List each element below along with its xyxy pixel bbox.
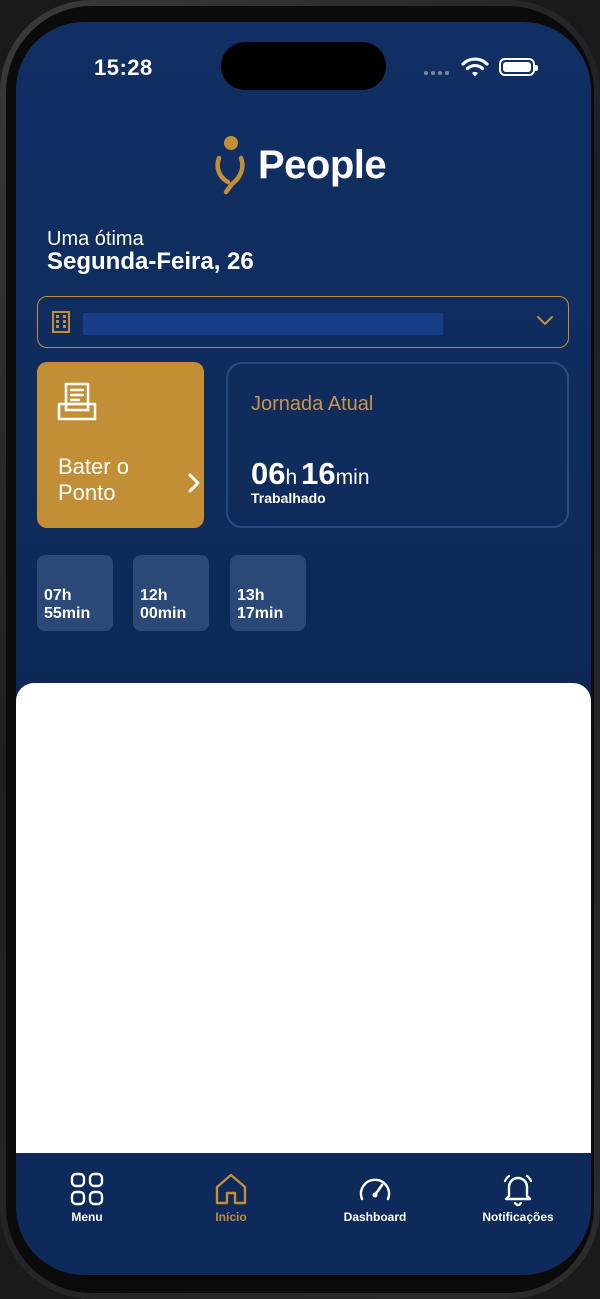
dynamic-island	[221, 42, 386, 90]
people-logo-icon	[215, 136, 245, 195]
jornada-title: Jornada Atual	[251, 393, 374, 415]
grid-icon	[70, 1172, 104, 1206]
time-record-minutes: 55min	[44, 605, 91, 622]
jornada-duration: 06 h 16 min	[251, 456, 374, 492]
wifi-icon	[461, 57, 489, 77]
chevron-down-icon	[537, 316, 553, 326]
time-record-hours: 12h	[140, 587, 168, 604]
tab-menu-label: Menu	[71, 1210, 103, 1224]
jornada-hours-unit: h	[285, 466, 298, 489]
speedometer-icon	[359, 1178, 391, 1201]
tab-inicio-label: Início	[215, 1210, 247, 1224]
chevron-right-icon	[188, 473, 200, 493]
tab-notificacoes-label: Notificações	[482, 1210, 554, 1224]
tab-dashboard[interactable]: Dashboard	[315, 1171, 435, 1224]
content-panel	[16, 683, 591, 1153]
jornada-atual-card[interactable]: Jornada Atual 06 h 16 min Trabalhado	[226, 362, 569, 528]
tab-menu[interactable]: Menu	[27, 1171, 147, 1224]
brand-name: People	[258, 142, 387, 187]
time-record-chip[interactable]: 12h 00min	[133, 555, 209, 631]
home-icon	[215, 1173, 247, 1205]
time-record-minutes: 00min	[140, 605, 187, 622]
company-select-value	[83, 313, 443, 335]
bottom-tab-bar: Menu Início Dashboard Notificações	[16, 1153, 591, 1275]
bater-ponto-label: Bater o Ponto	[58, 454, 129, 505]
battery-icon	[499, 58, 538, 76]
jornada-minutes: 16	[301, 456, 336, 491]
time-record-chip[interactable]: 07h 55min	[37, 555, 113, 631]
jornada-minutes-unit: min	[335, 466, 370, 489]
building-icon	[52, 311, 70, 333]
time-record-hours: 07h	[44, 587, 72, 604]
status-time: 15:28	[94, 55, 153, 80]
tab-inicio[interactable]: Início	[171, 1171, 291, 1224]
jornada-hours: 06	[251, 456, 286, 491]
bell-icon	[503, 1174, 533, 1207]
app-logo: People	[214, 134, 387, 196]
tab-dashboard-label: Dashboard	[343, 1210, 407, 1224]
punch-clock-icon	[57, 382, 97, 421]
date-text: Segunda-Feira, 26	[47, 248, 254, 275]
time-record-chip[interactable]: 13h 17min	[230, 555, 306, 631]
app-screen: 15:28 People Uma ótima Segunda-Feira, 26	[16, 22, 591, 1275]
cellular-signal-icon	[424, 71, 449, 75]
tab-notificacoes[interactable]: Notificações	[458, 1171, 578, 1224]
company-select[interactable]	[37, 296, 569, 348]
jornada-caption: Trabalhado	[251, 490, 326, 506]
bater-ponto-button[interactable]: Bater o Ponto	[37, 362, 204, 528]
time-record-minutes: 17min	[237, 605, 284, 622]
time-record-hours: 13h	[237, 587, 265, 604]
